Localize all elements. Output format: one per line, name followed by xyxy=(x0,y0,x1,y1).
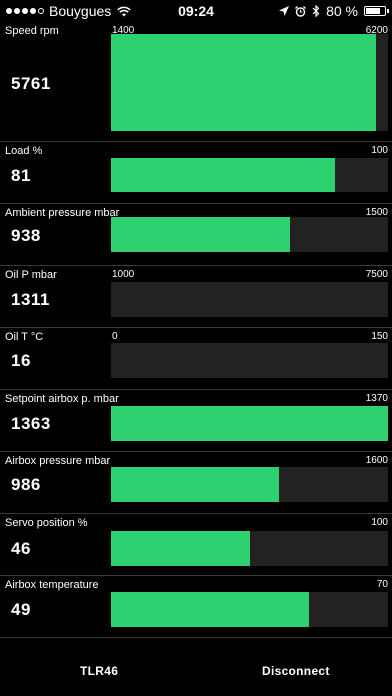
gauge-row: Setpoint airbox p. mbar 1363 1370 xyxy=(0,390,392,452)
gauge-track xyxy=(111,217,388,252)
gauge-row: Ambient pressure mbar 938 1500 xyxy=(0,204,392,266)
status-bar: Bouygues 09:24 80 % xyxy=(0,0,392,22)
gauge-row: Servo position % 46 100 xyxy=(0,514,392,576)
gauge-track xyxy=(111,467,388,502)
gauge-label: Servo position % xyxy=(5,517,88,529)
gauge-max: 100 xyxy=(371,517,388,528)
gauge-fill xyxy=(111,158,336,192)
gauge-max: 1600 xyxy=(365,455,388,466)
gauge-track xyxy=(111,592,388,627)
gauge-value: 49 xyxy=(11,600,31,619)
gauge-track xyxy=(111,343,388,378)
gauge-max: 100 xyxy=(371,145,388,156)
gauge-max: 7500 xyxy=(365,269,388,280)
gauge-track xyxy=(111,531,388,566)
gauge-label: Setpoint airbox p. mbar xyxy=(5,393,119,405)
gauge-label: Load % xyxy=(5,145,43,157)
gauge-fill xyxy=(111,217,290,252)
gauge-max: 70 xyxy=(376,579,388,590)
gauge-fill xyxy=(111,531,250,566)
gauge-label: Ambient pressure mbar xyxy=(5,207,120,219)
gauge-value: 16 xyxy=(11,351,31,370)
gauge-value: 46 xyxy=(11,539,31,558)
gauge-track xyxy=(111,34,388,131)
gauge-row: Load % 81 100 xyxy=(0,142,392,204)
gauge-row: Speed rpm 5761 1400 6200 xyxy=(0,22,392,142)
gauge-fill xyxy=(111,592,310,627)
battery-percent: 80 % xyxy=(326,3,358,19)
gauge-track xyxy=(111,158,388,192)
battery-icon xyxy=(364,6,389,16)
gauge-value: 81 xyxy=(11,166,31,185)
gauge-row: Oil P mbar 1311 1000 7500 xyxy=(0,266,392,328)
gauge-fill xyxy=(111,34,376,131)
gauge-label: Oil P mbar xyxy=(5,269,57,281)
bluetooth-icon xyxy=(312,5,320,17)
gauge-row: Oil T °C 16 0 150 xyxy=(0,328,392,390)
gauge-label: Oil T °C xyxy=(5,331,44,343)
gauge-max: 1370 xyxy=(365,393,388,404)
alarm-clock-icon xyxy=(295,5,307,17)
status-right: 80 % xyxy=(279,3,389,19)
bottom-bar: TLR46 Disconnect xyxy=(0,646,392,696)
gauge-value: 986 xyxy=(11,475,41,494)
gauge-label: Airbox pressure mbar xyxy=(5,455,111,467)
gauge-fill xyxy=(111,467,279,502)
gauge-value: 938 xyxy=(11,226,41,245)
gauge-value: 1311 xyxy=(11,290,50,309)
gauge-fill xyxy=(111,406,388,441)
gauge-min: 1000 xyxy=(112,269,135,280)
gauge-value: 1363 xyxy=(11,414,51,433)
device-tlr46-button[interactable]: TLR46 xyxy=(80,664,118,678)
gauge-min: 0 xyxy=(112,331,118,342)
location-arrow-icon xyxy=(279,6,290,16)
gauge-label: Airbox temperature xyxy=(5,579,99,591)
gauge-label: Speed rpm xyxy=(5,25,59,37)
gauge-row: Airbox temperature 49 70 xyxy=(0,576,392,638)
gauge-track xyxy=(111,406,388,441)
gauge-track xyxy=(111,282,388,317)
gauge-value: 5761 xyxy=(11,74,51,93)
gauge-row: Airbox pressure mbar 986 1600 xyxy=(0,452,392,514)
disconnect-button[interactable]: Disconnect xyxy=(262,664,330,678)
gauge-max: 150 xyxy=(371,331,388,342)
